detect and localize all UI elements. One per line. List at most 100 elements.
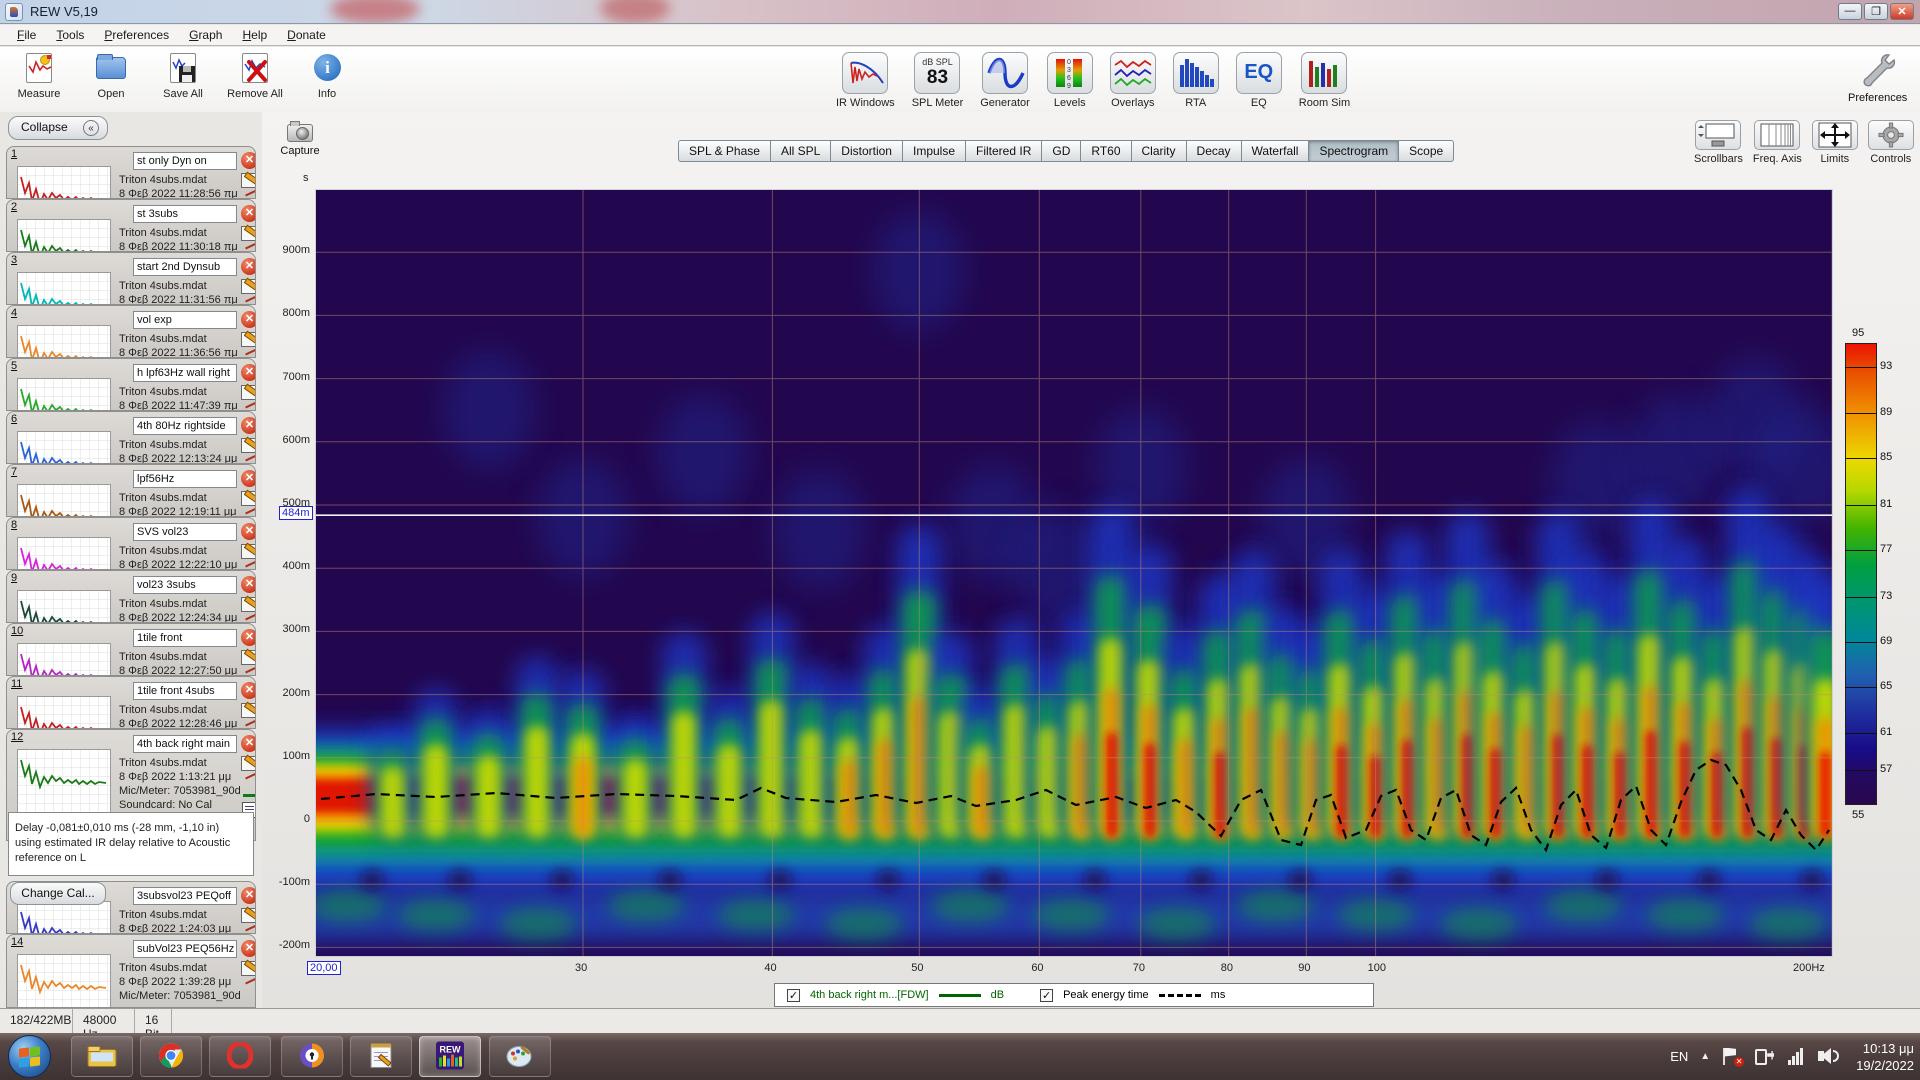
measurement-card-5[interactable]: 5h lpf63Hz wall right✕Triton 4subs.mdat8… [6, 358, 256, 411]
menu-item-graph[interactable]: Graph [180, 26, 231, 44]
eq-button[interactable]: EQEQ [1236, 52, 1282, 109]
notes-icon[interactable] [241, 226, 256, 241]
notes-icon[interactable] [241, 650, 256, 665]
measure-button[interactable]: Measure [10, 51, 68, 100]
tab-waterfall[interactable]: Waterfall [1241, 140, 1309, 162]
measurement-name-input[interactable]: 4th 80Hz rightside [133, 417, 237, 435]
measurement-name-input[interactable]: SVS vol23 [133, 523, 237, 541]
change-cal-button[interactable]: Change Cal... [10, 882, 106, 905]
measurement-name-input[interactable]: 4th back right main [133, 735, 237, 753]
notes-icon[interactable] [241, 597, 256, 612]
delete-measurement-button[interactable]: ✕ [241, 576, 256, 593]
measurement-name-input[interactable]: vol23 3subs [133, 576, 237, 594]
delete-measurement-button[interactable]: ✕ [241, 417, 256, 434]
measurement-card-3[interactable]: 3start 2nd Dynsub✕Triton 4subs.mdat8 Φεβ… [6, 252, 256, 305]
measurement-name-input[interactable]: lpf56Hz [133, 470, 237, 488]
preferences-button[interactable]: Preferences [1848, 52, 1907, 104]
measurement-thumbnail[interactable] [17, 590, 111, 623]
measurement-card-14[interactable]: 14subVol23 PEQ56Hz✕Triton 4subs.mdat8 Φε… [6, 934, 256, 1008]
taskbar-app-explorer[interactable] [71, 1036, 133, 1077]
remove-all-button[interactable]: Remove All [226, 51, 284, 100]
taskbar-app-chrome[interactable] [140, 1036, 202, 1077]
language-indicator[interactable]: EN [1670, 1049, 1688, 1064]
measurement-card-11[interactable]: 111tile front 4subs✕Triton 4subs.mdat8 Φ… [6, 676, 256, 729]
measurement-name-input[interactable]: st 3subs [133, 205, 237, 223]
delete-measurement-button[interactable]: ✕ [241, 523, 256, 540]
tab-spectrogram[interactable]: Spectrogram [1308, 140, 1398, 162]
action-center-flag-icon[interactable]: ✕ [1722, 1047, 1742, 1067]
scrollbars-button[interactable]: Scrollbars [1694, 120, 1743, 165]
delete-measurement-button[interactable]: ✕ [241, 470, 256, 487]
measurement-card-1[interactable]: 1st only Dyn on✕Triton 4subs.mdat8 Φεβ 2… [6, 146, 256, 199]
legend-checkbox[interactable]: ✓ [1040, 989, 1053, 1002]
measurement-name-input[interactable]: subVol23 PEQ56Hz [133, 940, 237, 958]
close-button[interactable]: ✕ [1890, 3, 1914, 20]
delete-measurement-button[interactable]: ✕ [241, 205, 256, 222]
menu-item-help[interactable]: Help [233, 26, 276, 44]
measurement-card-4[interactable]: 4vol exp✕Triton 4subs.mdat8 Φεβ 2022 11:… [6, 305, 256, 358]
delete-measurement-button[interactable]: ✕ [241, 940, 256, 957]
minimize-button[interactable]: — [1838, 3, 1862, 20]
measurement-card-10[interactable]: 101tile front✕Triton 4subs.mdat8 Φεβ 202… [6, 623, 256, 676]
notes-icon[interactable] [241, 438, 256, 453]
tab-decay[interactable]: Decay [1186, 140, 1241, 162]
delete-measurement-button[interactable]: ✕ [241, 887, 256, 904]
measurement-card-9[interactable]: 9vol23 3subs✕Triton 4subs.mdat8 Φεβ 2022… [6, 570, 256, 623]
power-plug-icon[interactable] [1754, 1047, 1774, 1067]
measurement-name-input[interactable]: 3subsvol23 PEQoff [133, 887, 237, 905]
taskbar-app-opera[interactable] [209, 1036, 271, 1077]
measurement-card-2[interactable]: 2st 3subs✕Triton 4subs.mdat8 Φεβ 2022 11… [6, 199, 256, 252]
delete-measurement-button[interactable]: ✕ [241, 152, 256, 169]
tray-expand-icon[interactable]: ▲ [1700, 1051, 1710, 1062]
tab-clarity[interactable]: Clarity [1131, 140, 1186, 162]
notes-icon[interactable] [241, 385, 256, 400]
menu-item-tools[interactable]: Tools [47, 26, 93, 44]
limits-button[interactable]: Limits [1812, 120, 1858, 165]
freq-axis-button[interactable]: Freq. Axis [1753, 120, 1802, 165]
tab-filtered-ir[interactable]: Filtered IR [965, 140, 1041, 162]
measurement-thumbnail[interactable] [17, 325, 111, 358]
measurement-thumbnail[interactable] [17, 431, 111, 464]
measurement-name-input[interactable]: 1tile front 4subs [133, 682, 237, 700]
open-button[interactable]: Open [82, 51, 140, 100]
generator-button[interactable]: Generator [980, 52, 1030, 109]
info-button[interactable]: iInfo [298, 51, 356, 100]
measurement-card-7[interactable]: 7lpf56Hz✕Triton 4subs.mdat8 Φεβ 2022 12:… [6, 464, 256, 517]
notes-icon[interactable] [241, 279, 256, 294]
tab-spl-phase[interactable]: SPL & Phase [678, 140, 770, 162]
measurement-thumbnail[interactable] [17, 484, 111, 517]
notes-icon[interactable] [241, 756, 256, 771]
menu-item-preferences[interactable]: Preferences [95, 26, 178, 44]
delete-measurement-button[interactable]: ✕ [241, 258, 256, 275]
delete-measurement-button[interactable]: ✕ [241, 629, 256, 646]
measurement-thumbnail[interactable] [17, 272, 111, 305]
tab-all-spl[interactable]: All SPL [770, 140, 830, 162]
measurement-card-6[interactable]: 64th 80Hz rightside✕Triton 4subs.mdat8 Φ… [6, 411, 256, 464]
taskbar-app-rew[interactable]: REW [419, 1036, 481, 1077]
network-signal-icon[interactable] [1786, 1047, 1806, 1067]
spl-meter-button[interactable]: dB SPL83SPL Meter [912, 52, 964, 109]
measurement-thumbnail[interactable] [17, 954, 111, 1008]
measurement-name-input[interactable]: st only Dyn on [133, 152, 237, 170]
overlays-button[interactable]: Overlays [1110, 52, 1156, 109]
measurement-name-input[interactable]: vol exp [133, 311, 237, 329]
menu-item-donate[interactable]: Donate [278, 26, 335, 44]
delete-measurement-button[interactable]: ✕ [241, 735, 256, 752]
measurement-name-input[interactable]: 1tile front [133, 629, 237, 647]
maximize-button[interactable]: ❐ [1864, 3, 1888, 20]
measurement-thumbnail[interactable] [17, 378, 111, 411]
tab-scope[interactable]: Scope [1398, 140, 1454, 162]
delete-measurement-button[interactable]: ✕ [241, 364, 256, 381]
tab-impulse[interactable]: Impulse [902, 140, 965, 162]
controls-button[interactable]: Controls [1868, 120, 1914, 165]
delete-measurement-button[interactable]: ✕ [241, 682, 256, 699]
delete-measurement-button[interactable]: ✕ [241, 311, 256, 328]
taskbar-app-notepad[interactable] [350, 1036, 412, 1077]
taskbar-clock[interactable]: 10:13 μμ 19/2/2022 [1856, 1040, 1914, 1074]
tab-rt60[interactable]: RT60 [1080, 140, 1130, 162]
spectrogram-plot[interactable] [315, 189, 1833, 957]
legend-checkbox[interactable]: ✓ [787, 989, 800, 1002]
notes-icon[interactable] [241, 703, 256, 718]
ir-windows-button[interactable]: IR Windows [836, 52, 895, 109]
tab-gd[interactable]: GD [1041, 140, 1080, 162]
